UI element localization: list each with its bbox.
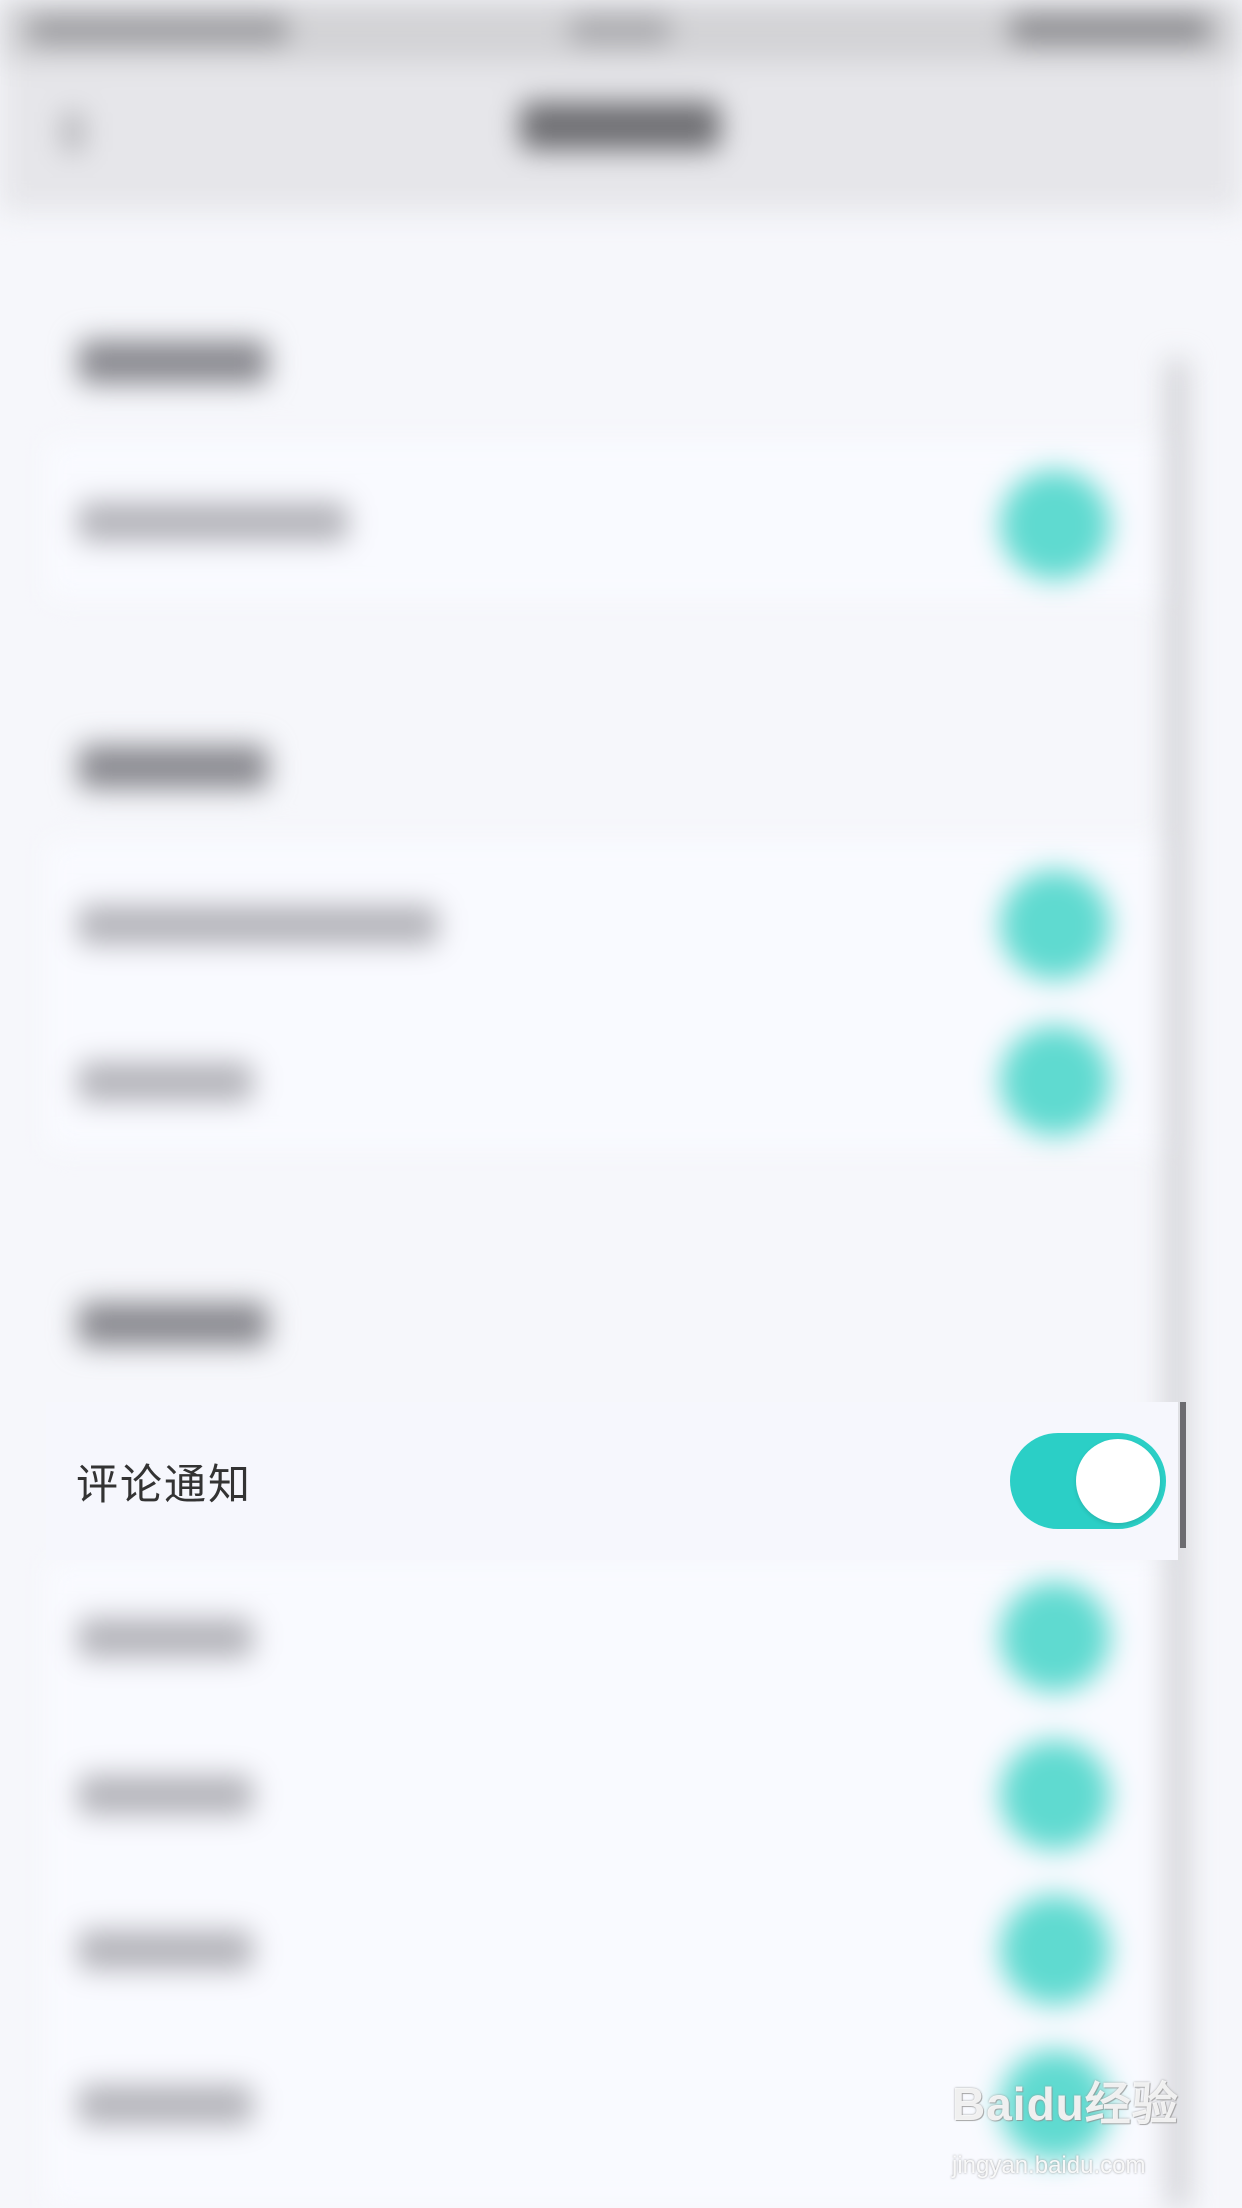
blurred-background <box>0 0 1242 2208</box>
row-label-blur <box>78 1930 253 1970</box>
row-label-blur <box>78 905 438 945</box>
toggle-blur <box>1000 470 1110 580</box>
row-bg-blur <box>46 440 1176 600</box>
section-header-blur <box>78 340 268 384</box>
row-label-blur <box>78 502 348 542</box>
scroll-shadow <box>1168 360 1186 2208</box>
comment-notification-row[interactable]: 评论通知 <box>46 1402 1178 1560</box>
toggle-blur <box>1000 1026 1110 1136</box>
status-bar-left-blur <box>28 16 288 44</box>
toggle-blur <box>1000 1740 1110 1850</box>
comment-notification-toggle[interactable] <box>1010 1433 1166 1529</box>
comment-notification-label: 评论通知 <box>76 1459 253 1509</box>
toggle-blur <box>1000 1582 1110 1692</box>
watermark-logo-text: Baidu经验 <box>952 2078 1179 2130</box>
baidu-jingyan-watermark: Baidu经验 jingyan.baidu.com <box>952 2068 1188 2188</box>
row-bg-blur <box>46 840 1176 1150</box>
status-bar-right-blur <box>1010 14 1210 44</box>
status-bar-time-blur <box>570 16 670 44</box>
toggle-blur <box>1000 870 1110 980</box>
status-bar <box>0 0 1242 62</box>
row-label-blur <box>78 2085 253 2125</box>
section-header-blur <box>78 745 268 789</box>
row-label-blur <box>78 1062 253 1102</box>
section-header-blur <box>78 1302 268 1346</box>
scrollbar-indicator <box>1180 1402 1186 1548</box>
row-label-blur <box>78 1618 253 1658</box>
row-label-blur <box>78 1775 253 1815</box>
back-icon <box>62 112 84 152</box>
toggle-blur <box>1000 1895 1110 2005</box>
toggle-knob <box>1076 1439 1160 1523</box>
watermark-url: jingyan.baidu.com <box>952 2152 1146 2179</box>
nav-bar <box>0 62 1242 212</box>
page-title-blur <box>520 102 720 150</box>
